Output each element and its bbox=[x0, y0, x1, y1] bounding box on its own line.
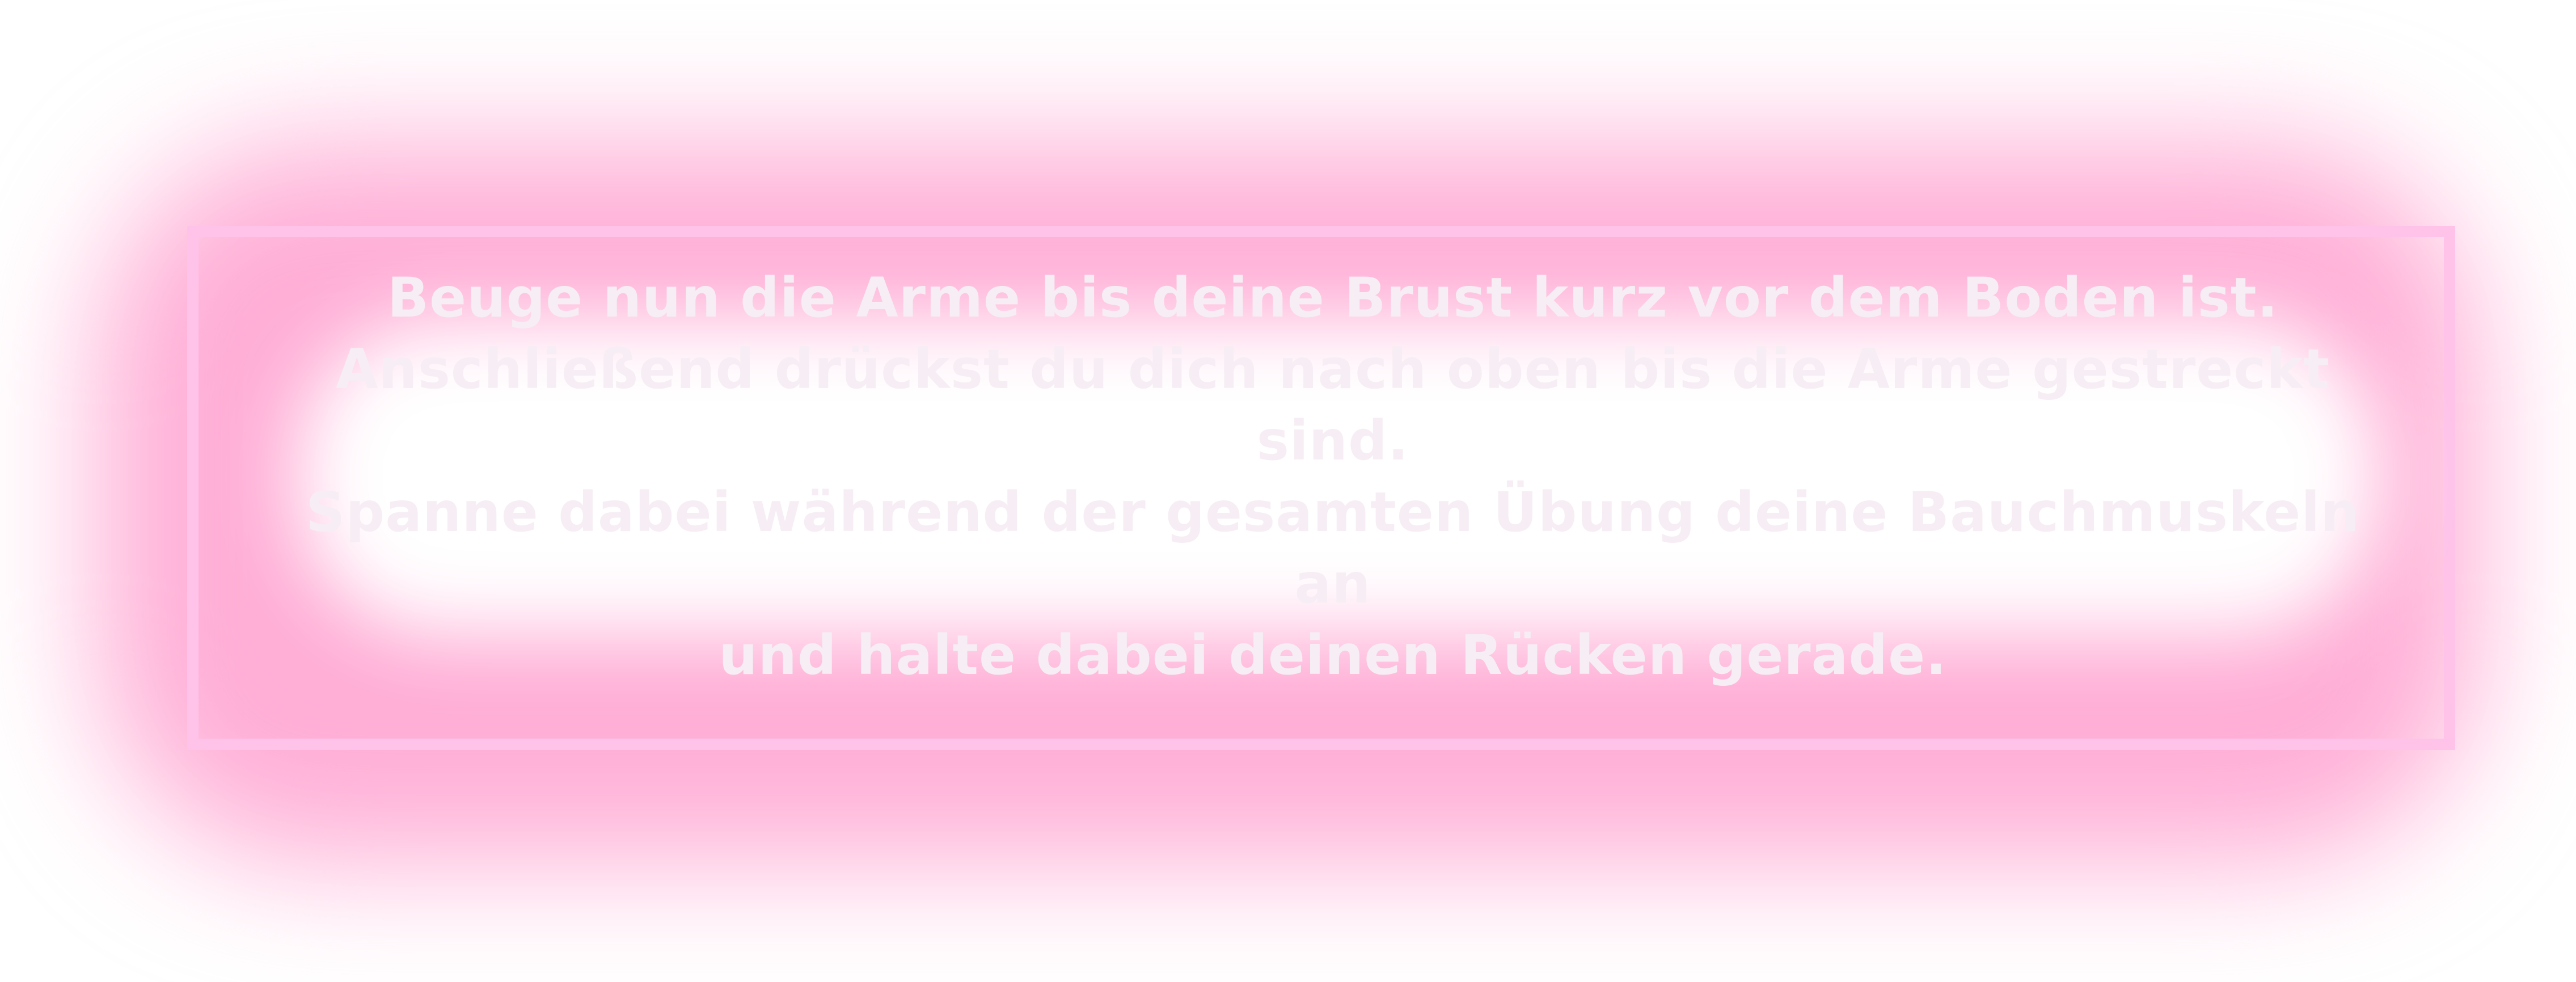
instruction-text: Beuge nun die Arme bis deine Brust kurz … bbox=[295, 262, 2371, 691]
instruction-card-stage: Beuge nun die Arme bis deine Brust kurz … bbox=[0, 0, 2576, 982]
instruction-line-3: Spanne dabei während der gesamten Übung … bbox=[306, 481, 2360, 616]
instruction-text-block: Beuge nun die Arme bis deine Brust kurz … bbox=[295, 266, 2371, 687]
instruction-line-2: Anschließend drückst du dich nach oben b… bbox=[336, 338, 2330, 473]
instruction-line-4: und halte dabei deinen Rücken gerade. bbox=[719, 623, 1947, 687]
instruction-line-1: Beuge nun die Arme bis deine Brust kurz … bbox=[387, 266, 2279, 330]
